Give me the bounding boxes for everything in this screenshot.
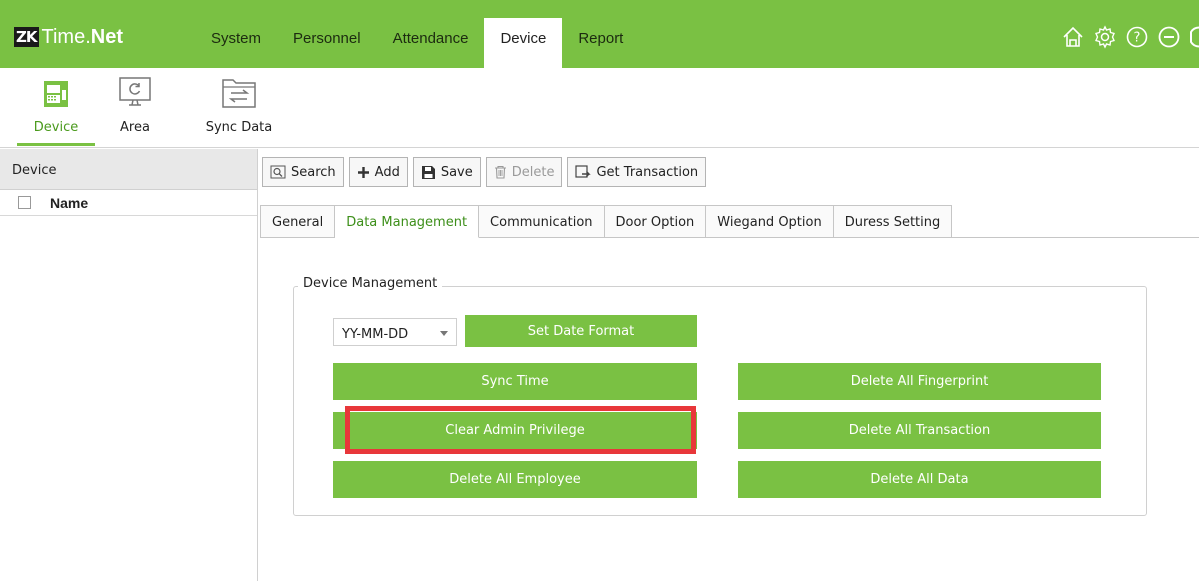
- delete-all-fingerprint-button[interactable]: Delete All Fingerprint: [738, 363, 1101, 400]
- device-list-panel: Device Name: [0, 149, 258, 581]
- column-header-name[interactable]: Name: [50, 195, 88, 211]
- date-format-select[interactable]: YY-MM-DD: [333, 318, 457, 346]
- toolbar-device[interactable]: Device: [17, 68, 95, 148]
- tab-wiegand-option[interactable]: Wiegand Option: [706, 205, 834, 238]
- home-icon[interactable]: [1061, 25, 1085, 49]
- device-icon: [34, 75, 78, 115]
- help-icon[interactable]: ?: [1125, 25, 1149, 49]
- search-icon: [270, 165, 286, 179]
- action-bar: Search Add Save Delete Get Transaction: [262, 157, 707, 187]
- toolbar-area-label: Area: [120, 120, 150, 135]
- device-list-header: Device: [0, 149, 257, 190]
- logo-text: Time.Net: [41, 25, 124, 48]
- device-list-columns: Name: [0, 190, 257, 216]
- trash-icon: [494, 165, 506, 179]
- toolbar-device-label: Device: [33, 120, 79, 135]
- clear-admin-privilege-button[interactable]: Clear Admin Privilege: [333, 412, 697, 449]
- chevron-down-icon: [440, 331, 448, 336]
- tab-door-option[interactable]: Door Option: [604, 205, 707, 238]
- tab-duress-setting[interactable]: Duress Setting: [833, 205, 953, 238]
- set-date-format-button[interactable]: Set Date Format: [465, 315, 697, 347]
- toolbar-sync-data[interactable]: Sync Data: [203, 68, 275, 148]
- logo-badge: ZK: [14, 27, 39, 47]
- menu-device[interactable]: Device: [484, 18, 563, 68]
- toolbar-sync-data-label: Sync Data: [205, 120, 273, 135]
- save-button-label: Save: [440, 164, 473, 180]
- plus-icon: [357, 166, 369, 178]
- device-management-legend: Device Management: [298, 276, 443, 291]
- menu-attendance[interactable]: Attendance: [377, 18, 485, 68]
- delete-all-employee-button[interactable]: Delete All Employee: [333, 461, 697, 498]
- main-menu: System Personnel Attendance Device Repor…: [195, 18, 639, 68]
- date-format-value: YY-MM-DD: [342, 327, 409, 342]
- tab-data-management[interactable]: Data Management: [335, 205, 480, 238]
- close-icon[interactable]: [1189, 25, 1199, 49]
- save-button[interactable]: Save: [412, 157, 481, 187]
- add-button[interactable]: Add: [348, 157, 408, 187]
- window-controls: ?: [1061, 25, 1199, 49]
- gear-icon[interactable]: [1093, 25, 1117, 49]
- add-button-label: Add: [374, 164, 400, 180]
- toolbar-area[interactable]: Area: [110, 68, 160, 148]
- search-button-label: Search: [291, 164, 336, 180]
- minimize-icon[interactable]: [1157, 25, 1181, 49]
- app-logo: ZK Time.Net: [14, 26, 123, 48]
- menu-system[interactable]: System: [195, 18, 277, 68]
- tab-communication[interactable]: Communication: [479, 205, 605, 238]
- menu-personnel[interactable]: Personnel: [277, 18, 377, 68]
- floppy-disk-icon: [421, 165, 435, 179]
- top-bar: ZK Time.Net System Personnel Attendance …: [0, 0, 1199, 68]
- area-monitor-icon: [113, 75, 157, 115]
- tab-general[interactable]: General: [260, 205, 336, 238]
- active-underline: [17, 143, 95, 146]
- get-transaction-button[interactable]: Get Transaction: [567, 157, 707, 187]
- delete-all-data-button[interactable]: Delete All Data: [738, 461, 1101, 498]
- svg-text:?: ?: [1134, 31, 1141, 46]
- delete-button[interactable]: Delete: [485, 157, 563, 187]
- sync-time-button[interactable]: Sync Time: [333, 363, 697, 400]
- transaction-icon: [575, 164, 592, 178]
- device-tabs: General Data Management Communication Do…: [260, 205, 953, 238]
- delete-button-label: Delete: [511, 164, 555, 180]
- search-button[interactable]: Search: [262, 157, 344, 187]
- get-transaction-button-label: Get Transaction: [596, 164, 699, 180]
- delete-all-transaction-button[interactable]: Delete All Transaction: [738, 412, 1101, 449]
- toolbar: Device Area Sync Data: [0, 68, 1199, 148]
- sync-folder-icon: [217, 75, 261, 115]
- select-all-checkbox[interactable]: [18, 196, 31, 209]
- menu-report[interactable]: Report: [562, 18, 639, 68]
